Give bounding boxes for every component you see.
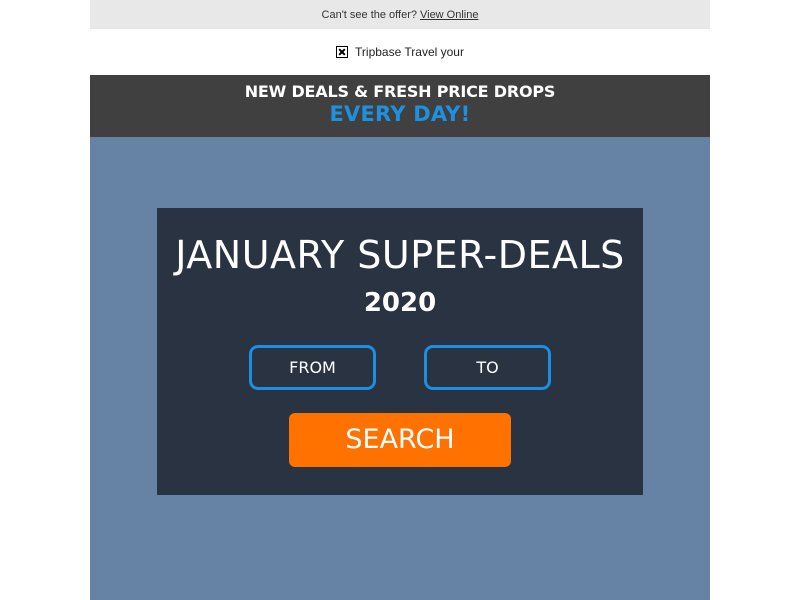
preheader-text: Can't see the offer? (321, 8, 417, 21)
from-field[interactable]: FROM (249, 345, 376, 390)
deals-panel: JANUARY SUPER-DEALS 2020 FROM TO SEARCH (157, 208, 643, 495)
banner-headline: NEW DEALS & FRESH PRICE DROPS (244, 82, 556, 101)
search-button[interactable]: SEARCH (289, 413, 511, 467)
banner-subheadline: EVERY DAY! (329, 102, 471, 126)
logo-row[interactable]: Tripbase Travel your (90, 29, 710, 75)
logo-alt-text: Tripbase Travel your (355, 45, 464, 59)
broken-image-icon (336, 46, 349, 58)
deals-title: JANUARY SUPER-DEALS (175, 233, 625, 277)
preheader-bar: Can't see the offer? View Online (90, 0, 710, 29)
view-online-link[interactable]: View Online (420, 9, 479, 21)
deals-year: 2020 (363, 288, 437, 318)
to-field[interactable]: TO (424, 345, 551, 390)
deals-banner: NEW DEALS & FRESH PRICE DROPS EVERY DAY! (90, 75, 710, 137)
route-inputs: FROM TO (249, 345, 551, 390)
email-body: Can't see the offer? View Online Tripbas… (90, 0, 710, 600)
hero-section: JANUARY SUPER-DEALS 2020 FROM TO SEARCH (90, 137, 710, 600)
